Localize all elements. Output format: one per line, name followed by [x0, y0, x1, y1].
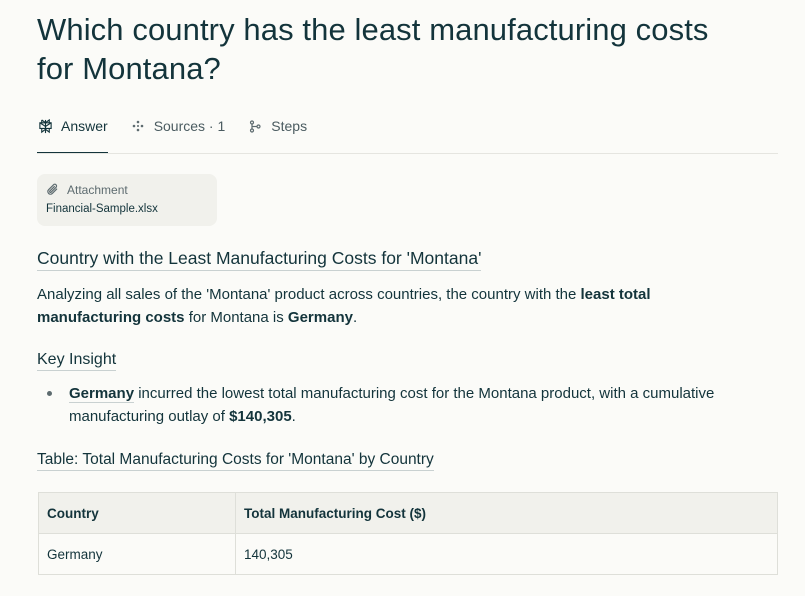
table-heading: Table: Total Manufacturing Costs for 'Mo… [37, 451, 434, 471]
table-header-row: Country Total Manufacturing Cost ($) [38, 492, 778, 534]
bullet-country-link[interactable]: Germany [69, 385, 135, 403]
attachment-card[interactable]: Attachment Financial-Sample.xlsx [37, 174, 217, 226]
answer-tabs: Answer Sources · 1 Steps [37, 110, 329, 154]
answer-intro: Analyzing all sales of the 'Montana' pro… [37, 286, 651, 326]
manufacturing-cost-table: Country Total Manufacturing Cost ($) Ger… [38, 492, 778, 575]
table-cell-cost: 140,305 [235, 533, 778, 575]
paperclip-icon [46, 183, 60, 197]
bullet-dot [47, 391, 52, 396]
tabs-divider [37, 153, 778, 154]
tab-answer-label: Answer [61, 118, 108, 134]
tab-steps[interactable]: Steps [247, 110, 307, 142]
table-row: Germany 140,305 [38, 533, 778, 575]
table-cell-country: Germany [38, 533, 236, 575]
tab-sources-label: Sources · 1 [153, 118, 226, 134]
sources-icon [130, 118, 146, 134]
key-insight-heading: Key Insight [37, 351, 117, 371]
perplexity-logo-icon [37, 118, 53, 134]
key-insight-bullet: Germany incurred the lowest total manufa… [69, 385, 715, 425]
answer-heading: Country with the Least Manufacturing Cos… [37, 248, 482, 271]
tab-answer[interactable]: Answer [37, 110, 108, 154]
tab-steps-label: Steps [271, 118, 308, 134]
steps-icon [247, 118, 263, 134]
answer-page: Which country has the least manufacturin… [0, 0, 805, 596]
attachment-header: Attachment [67, 183, 128, 197]
attachment-filename: Financial-Sample.xlsx [46, 203, 158, 215]
tab-sources[interactable]: Sources · 1 [130, 110, 226, 142]
table-header-cost: Total Manufacturing Cost ($) [235, 492, 778, 534]
question-title: Which country has the least manufacturin… [37, 12, 709, 86]
table-header-country: Country [38, 492, 236, 534]
